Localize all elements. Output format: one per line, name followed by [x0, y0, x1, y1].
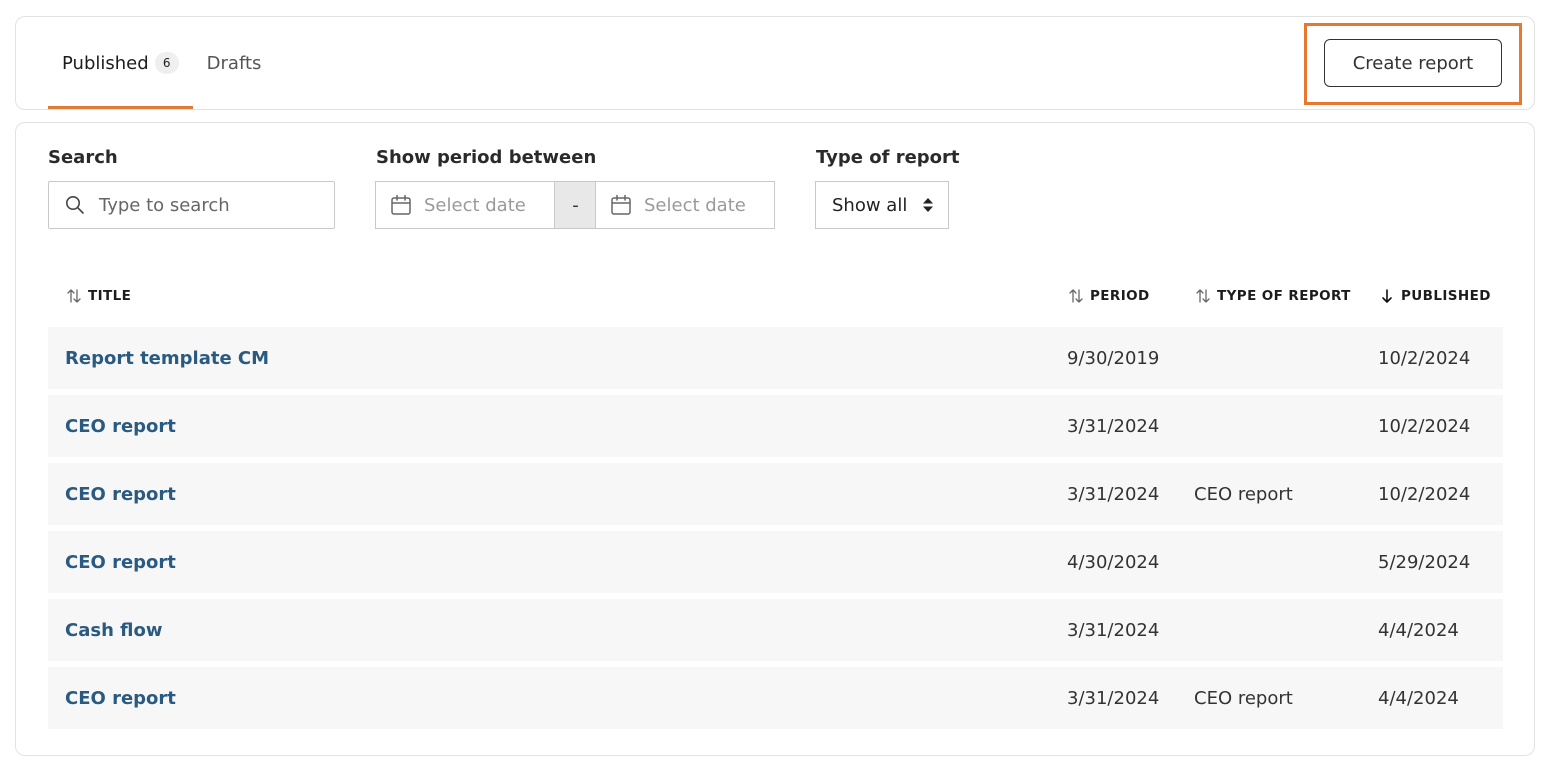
- column-header-type[interactable]: TYPE OF REPORT: [1195, 286, 1351, 306]
- tab-drafts-label: Drafts: [206, 52, 262, 74]
- table-row[interactable]: CEO report 3/31/2024 CEO report 10/2/202…: [48, 463, 1503, 525]
- table-row[interactable]: Cash flow 3/31/2024 4/4/2024: [48, 599, 1503, 661]
- period-label: Show period between: [376, 147, 597, 168]
- search-input[interactable]: [99, 194, 319, 216]
- column-published-label: PUBLISHED: [1401, 288, 1491, 304]
- published-cell: 5/29/2024: [1378, 551, 1471, 573]
- column-header-period[interactable]: PERIOD: [1068, 286, 1150, 306]
- column-header-title[interactable]: TITLE: [66, 286, 131, 306]
- table-row[interactable]: CEO report 3/31/2024 CEO report 4/4/2024: [48, 667, 1503, 729]
- date-from-placeholder: Select date: [424, 194, 526, 216]
- published-cell: 10/2/2024: [1378, 347, 1471, 369]
- table-row[interactable]: CEO report 4/30/2024 5/29/2024: [48, 531, 1503, 593]
- arrow-down-icon: [1382, 289, 1392, 303]
- search-field[interactable]: [48, 181, 335, 229]
- period-cell: 3/31/2024: [1067, 415, 1160, 437]
- period-cell: 4/30/2024: [1067, 551, 1160, 573]
- create-report-button[interactable]: Create report: [1324, 39, 1502, 87]
- report-title-link[interactable]: Cash flow: [65, 599, 163, 661]
- table-row[interactable]: Report template CM 9/30/2019 10/2/2024: [48, 327, 1503, 389]
- report-title-link[interactable]: CEO report: [65, 667, 176, 729]
- published-cell: 4/4/2024: [1378, 687, 1459, 709]
- date-to-field[interactable]: Select date: [595, 181, 775, 229]
- tab-drafts[interactable]: Drafts: [193, 17, 276, 109]
- report-title-link[interactable]: CEO report: [65, 395, 176, 457]
- published-cell: 10/2/2024: [1378, 483, 1471, 505]
- tab-published-label: Published: [62, 52, 149, 74]
- tab-published[interactable]: Published 6: [48, 17, 193, 109]
- sort-icon: [1069, 289, 1083, 303]
- date-from-field[interactable]: Select date: [375, 181, 555, 229]
- published-cell: 10/2/2024: [1378, 415, 1471, 437]
- date-range-separator: -: [555, 181, 596, 229]
- type-cell: CEO report: [1194, 687, 1293, 709]
- tabs-card: Published 6 Drafts Create report: [15, 16, 1535, 110]
- published-count-badge: 6: [154, 52, 179, 74]
- period-cell: 3/31/2024: [1067, 619, 1160, 641]
- report-title-link[interactable]: CEO report: [65, 531, 176, 593]
- date-to-placeholder: Select date: [644, 194, 746, 216]
- column-header-published[interactable]: PUBLISHED: [1379, 286, 1491, 306]
- sort-caret-icon: [923, 198, 933, 212]
- search-icon: [66, 196, 84, 214]
- period-cell: 3/31/2024: [1067, 483, 1160, 505]
- column-type-label: TYPE OF REPORT: [1217, 288, 1351, 304]
- calendar-icon: [391, 194, 411, 215]
- column-period-label: PERIOD: [1090, 288, 1150, 304]
- sort-icon: [1196, 289, 1210, 303]
- type-select[interactable]: Show all: [815, 181, 949, 229]
- sort-icon: [67, 289, 81, 303]
- column-title-label: TITLE: [88, 288, 132, 304]
- search-label: Search: [48, 147, 118, 168]
- type-cell: CEO report: [1194, 483, 1293, 505]
- period-cell: 9/30/2019: [1067, 347, 1160, 369]
- calendar-icon: [611, 194, 631, 215]
- report-title-link[interactable]: Report template CM: [65, 327, 269, 389]
- type-select-value: Show all: [832, 194, 908, 216]
- table-row[interactable]: CEO report 3/31/2024 10/2/2024: [48, 395, 1503, 457]
- type-label: Type of report: [816, 147, 960, 168]
- report-title-link[interactable]: CEO report: [65, 463, 176, 525]
- period-cell: 3/31/2024: [1067, 687, 1160, 709]
- reports-card: Search Show period between Select date -…: [15, 122, 1535, 756]
- tab-bar: Published 6 Drafts: [48, 17, 275, 109]
- published-cell: 4/4/2024: [1378, 619, 1459, 641]
